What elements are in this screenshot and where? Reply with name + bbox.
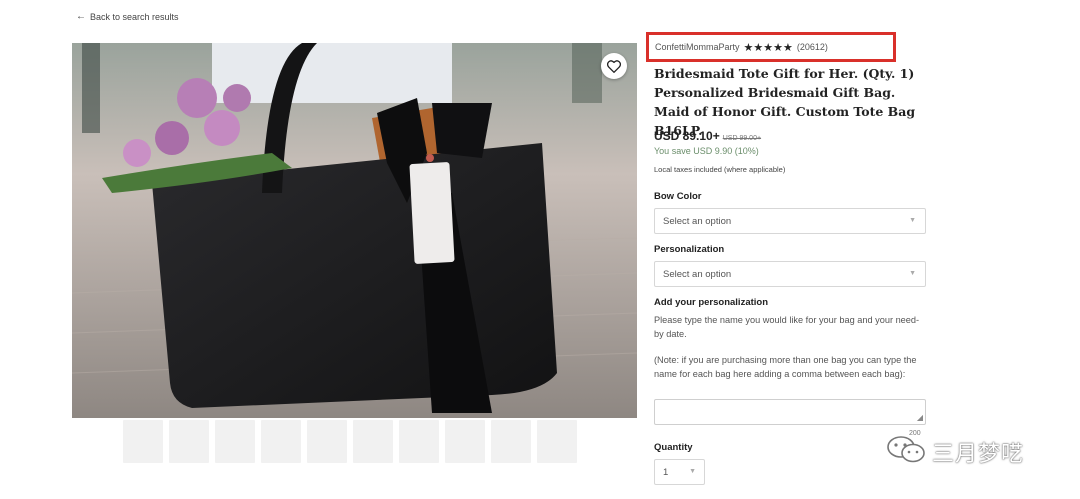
resize-handle-icon[interactable]: ◢	[917, 413, 923, 422]
quantity-label: Quantity	[654, 442, 693, 453]
thumbnail[interactable]	[123, 420, 163, 463]
thumbnail[interactable]	[399, 420, 439, 463]
back-to-search-link[interactable]: ← Back to search results	[76, 11, 179, 23]
bow-color-value: Select an option	[663, 215, 732, 227]
favorite-button[interactable]	[601, 53, 627, 79]
chevron-down-icon: ▼	[909, 270, 916, 277]
bow-color-label: Bow Color	[654, 191, 702, 202]
quantity-select[interactable]: 1 ▼	[654, 459, 705, 485]
quantity-value: 1	[663, 466, 669, 478]
personalization-label: Personalization	[654, 244, 725, 255]
watermark-text: 三月梦呓	[932, 441, 1025, 467]
back-link-label: Back to search results	[90, 12, 179, 22]
personalization-help-2: (Note: if you are purchasing more than o…	[654, 355, 917, 379]
thumbnail[interactable]	[169, 420, 209, 463]
chevron-down-icon: ▼	[689, 468, 696, 475]
product-main-image[interactable]	[72, 43, 637, 418]
arrow-left-icon: ←	[76, 11, 86, 22]
chevron-down-icon: ▼	[909, 217, 916, 224]
thumbnail[interactable]	[215, 420, 255, 463]
shop-name-link[interactable]: ConfettiMommaParty	[655, 42, 740, 52]
current-price: USD 89.10+	[654, 129, 720, 143]
thumbnail[interactable]	[537, 420, 577, 463]
thumbnail[interactable]	[445, 420, 485, 463]
taxes-note: Local taxes included (where applicable)	[654, 165, 786, 174]
bow-color-select[interactable]: Select an option ▼	[654, 208, 926, 234]
heart-icon	[607, 59, 621, 73]
personalization-textarea[interactable]: ◢	[654, 399, 926, 425]
thumbnail-strip	[123, 420, 577, 463]
add-personalization-label: Add your personalization	[654, 297, 769, 308]
review-count[interactable]: (20612)	[797, 42, 828, 52]
thumbnail[interactable]	[261, 420, 301, 463]
price-row: USD 89.10+ USD 99.00+	[654, 129, 761, 143]
personalization-select[interactable]: Select an option ▼	[654, 261, 926, 287]
original-price: USD 99.00+	[722, 135, 762, 142]
personalization-help-1: Please type the name you would like for …	[654, 315, 920, 339]
thumbnail[interactable]	[353, 420, 393, 463]
watermark: 三月梦呓	[886, 434, 1024, 469]
shop-rating-highlight: ConfettiMommaParty ★★★★★ (20612)	[646, 32, 896, 62]
personalization-value: Select an option	[663, 268, 732, 280]
wechat-icon	[886, 434, 926, 469]
savings-text: You save USD 9.90 (10%)	[654, 146, 759, 156]
rating-stars[interactable]: ★★★★★	[744, 41, 793, 54]
thumbnail[interactable]	[307, 420, 347, 463]
thumbnail[interactable]	[491, 420, 531, 463]
product-photo	[72, 43, 637, 418]
